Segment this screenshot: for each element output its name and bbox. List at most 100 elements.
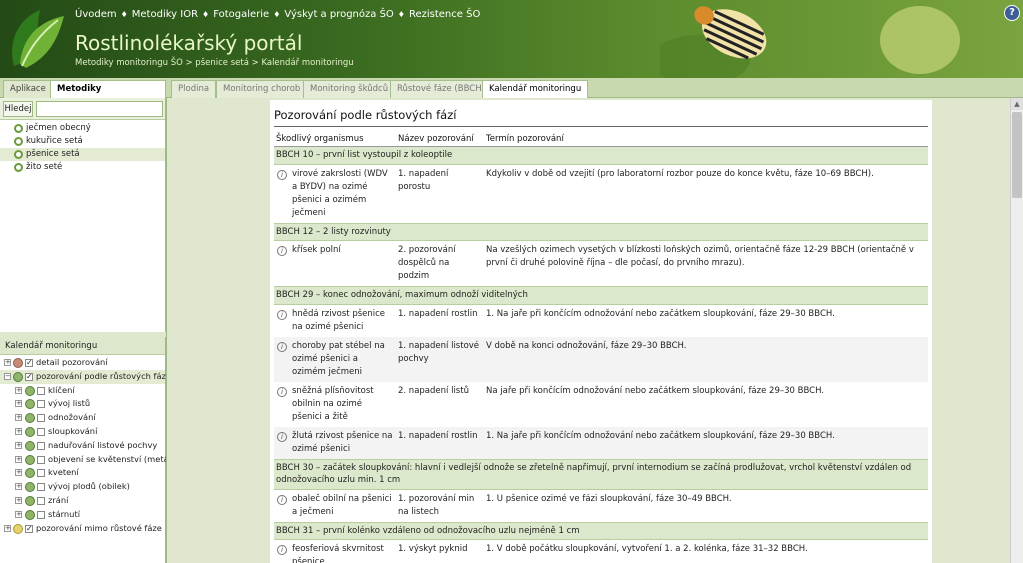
tree-node-vyvoj-plodu[interactable]: + vývoj plodů (obilek) [0,480,165,494]
checkbox[interactable]: ✓ [25,359,33,367]
observation-term: V době na konci odnožování, fáze 29–30 B… [484,336,928,382]
info-icon[interactable]: i [277,545,287,555]
nav-uvodem[interactable]: Úvodem [75,9,117,20]
scroll-up-arrow-icon[interactable]: ▲ [1011,98,1023,110]
info-icon[interactable]: i [277,309,287,320]
nav-rezistence[interactable]: Rezistence ŠO [409,9,480,20]
tree-node-detail[interactable]: + ✓ detail pozorování [0,356,165,370]
expand-icon[interactable]: + [15,400,22,408]
checkbox[interactable] [37,400,45,409]
expand-icon[interactable]: + [15,496,22,504]
tab-aplikace[interactable]: Aplikace [3,80,53,98]
tab-rustove-faze[interactable]: Růstové fáze (BBCH) [390,80,492,98]
tab-metodiky-monitoringu[interactable]: Metodiky monitoringu ŠO [50,80,166,111]
scroll-thumb[interactable] [1012,112,1022,198]
organism[interactable]: hnědá rzivost pšenice na ozimé pšenici [292,309,385,332]
info-icon[interactable]: i [277,341,287,352]
tree-node-mimo-faze[interactable]: + ✓ pozorování mimo růstové fáze [0,522,165,536]
organism[interactable]: feosferiová skvrnitost pšenice [292,544,384,563]
tree-node-label: kvetení [48,467,79,478]
checkbox[interactable] [37,510,45,519]
site-title[interactable]: Rostlinolékařský portál [75,31,302,55]
header: Úvodem ♦ Metodiky IOR ♦ Fotogalerie ♦ Výskyt a… [0,0,1023,78]
tree-node-starnuti[interactable]: + stárnutí [0,508,165,522]
expand-icon[interactable]: + [4,524,11,532]
info-icon[interactable]: i [277,386,287,397]
panel-title: Pozorování podle růstových fází [274,108,928,127]
tab-kalendar-monitoringu[interactable]: Kalendář monitoringu [482,80,589,99]
checkbox[interactable] [37,469,45,478]
tab-plodina[interactable]: Plodina [171,80,217,98]
tree-node-vyvoj-listu[interactable]: + vývoj listů [0,397,165,411]
observation-panel: Pozorování podle růstových fází Škodlivý… [270,100,932,563]
expand-icon[interactable]: + [15,483,22,491]
table-row: i virové zakrslosti (WDV a BYDV) na ozimé… [274,164,928,223]
breadcrumb: Metodiky monitoringu ŠO > pšenice setá >… [75,58,354,68]
crop-label: pšenice setá [26,149,80,159]
tab-monitoring-skudcu[interactable]: Monitoring škůdců [303,80,396,98]
crop-item-zito[interactable]: žito seté [0,161,165,174]
organism[interactable]: žlutá rzivost pšenice na ozimé pšenici [292,431,392,454]
expand-icon[interactable]: + [15,455,22,463]
leaf-logo-icon [12,10,64,68]
checkbox[interactable] [37,414,45,423]
expand-icon[interactable]: + [15,441,22,449]
crop-item-jecmen[interactable]: ječmen obecný [0,122,165,135]
help-icon[interactable]: ? [1004,5,1020,21]
search-button[interactable]: Hledej [3,101,33,117]
expand-icon[interactable]: + [15,510,22,518]
organism[interactable]: choroby pat stébel na ozimé pšenici a oz… [292,341,385,377]
crop-item-kukurice[interactable]: kukuřice setá [0,135,165,148]
checkbox[interactable] [37,496,45,505]
checkbox[interactable] [37,483,45,492]
tree-node-label: pozorování podle růstových fází [36,370,169,381]
expand-icon[interactable]: + [15,469,22,477]
tree-node-naduřovani[interactable]: + naduřování listové pochvy [0,439,165,453]
tree-node-sloupkovani[interactable]: + sloupkování [0,425,165,439]
checkbox[interactable] [37,441,45,450]
observation-term: Na vzešlých ozimech vysetých v blízkosti… [486,245,914,268]
checkbox[interactable] [37,427,45,436]
observation-term: Kdykoliv v době od vzejití (pro laborato… [486,168,874,179]
observation-name: 2. pozorování dospělců na podzim [398,245,456,281]
checkbox[interactable] [37,386,45,395]
organism[interactable]: virové zakrslosti (WDV a BYDV) na ozimé … [292,169,388,218]
nav-fotogalerie[interactable]: Fotogalerie [213,9,269,20]
info-icon[interactable]: i [277,169,287,180]
vertical-scrollbar[interactable]: ▲ [1010,98,1023,563]
organism[interactable]: obaleč obilní na pšenici a ječmeni [292,494,392,517]
tree-node-label: pozorování mimo růstové fáze [36,522,162,533]
status-dot-icon [13,371,23,382]
tree-node-metani[interactable]: + objevení se květenství (metání) [0,453,179,467]
tree-node-zrani[interactable]: + zrání [0,494,165,508]
tree-node-kveteni[interactable]: + kvetení [0,466,165,480]
nav-vyskyt-prognoza[interactable]: Výskyt a prognóza ŠO [284,9,393,20]
checkbox[interactable] [37,455,45,464]
organism[interactable]: křísek polní [292,245,341,255]
nav-separator: ♦ [202,10,210,19]
expand-icon[interactable]: + [4,359,11,366]
nav-metodiky-ior[interactable]: Metodiky IOR [132,9,198,20]
tree-node-rustove-faze[interactable]: − ✓ pozorování podle růstových fází [0,369,169,384]
tab-monitoring-chorob[interactable]: Monitoring chorob [216,80,308,98]
expand-icon[interactable]: + [15,386,22,394]
table-row: i feosferiová skvrnitost pšenice 1. výskyt… [274,540,928,563]
crop-item-psenice[interactable]: pšenice setá [0,148,165,161]
status-dot-icon [13,358,23,368]
checkbox[interactable]: ✓ [25,372,33,381]
tree-node-odnozovani[interactable]: + odnožování [0,411,165,425]
info-icon[interactable]: i [277,494,287,505]
tree-node-label: sloupkování [48,425,98,436]
status-dot-icon [25,385,35,396]
checkbox[interactable]: ✓ [25,524,33,533]
expand-icon[interactable]: + [15,427,22,435]
tree-node-kliceni[interactable]: + klíčení [0,384,165,398]
search-input[interactable] [36,101,163,117]
info-icon[interactable]: i [277,431,287,442]
info-icon[interactable]: i [277,246,287,256]
collapse-icon[interactable]: − [4,372,11,380]
table-row: i choroby pat stébel na ozimé pšenici a o… [274,336,928,382]
observation-name: 2. napadení listů [398,385,469,396]
expand-icon[interactable]: + [15,414,22,422]
organism[interactable]: sněžná plísňovitost obilnin na ozimé pše… [292,386,374,422]
